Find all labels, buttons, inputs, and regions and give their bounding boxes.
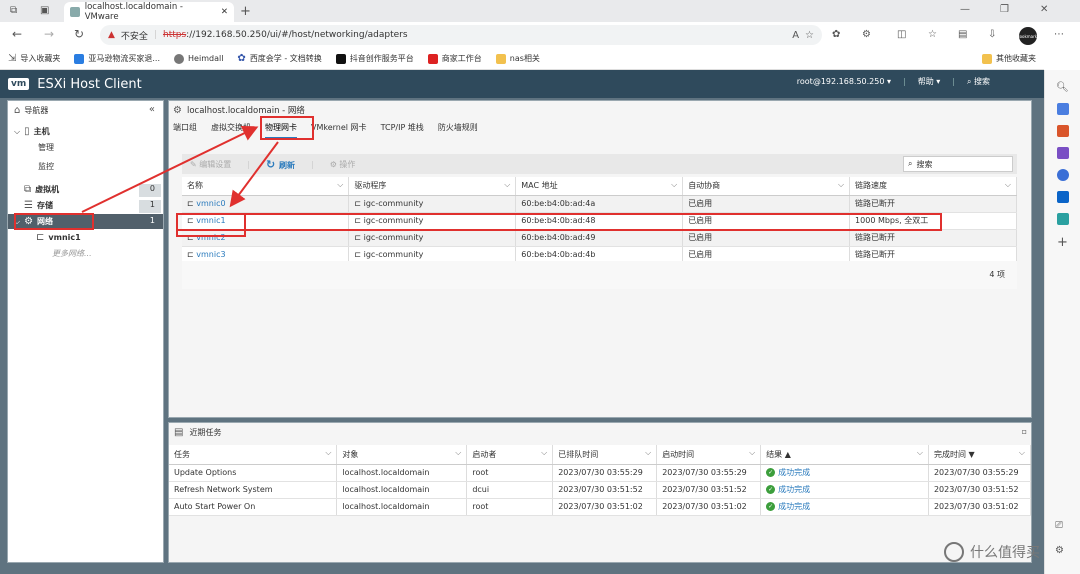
check-icon: ✓ [766,468,776,477]
table-row[interactable]: Refresh Network System localhost.localdom… [169,481,1032,499]
table-row[interactable]: Update Options localhost.localdomain root 2… [169,464,1032,482]
check-icon: ✓ [766,502,776,511]
watermark-logo-icon [944,542,964,562]
recent-tasks-panel: ▤ 近期任务 ▫ 任务 ⌵ 对象 ⌵ 启动者 ⌵ 已排队时间 ⌵ 启动时间 ⌵ 结果 ▲ ⌵ … [168,422,1032,563]
col-queued[interactable]: 已排队时间 ⌵ [552,445,658,465]
col-task[interactable]: 任务 ⌵ [169,445,338,465]
col-started[interactable]: 启动时间 ⌵ [656,445,762,465]
tasks-title: ▤ 近期任务 [174,427,222,438]
watermark: 什么值得买 [944,542,1040,562]
col-result[interactable]: 结果 ▲ ⌵ [760,445,929,465]
col-completed[interactable]: 完成时间 ▼ ⌵ [928,445,1032,465]
check-icon: ✓ [766,485,776,494]
arrow-to-row [229,141,279,208]
clipboard-icon: ▤ [174,427,184,438]
table-row[interactable]: Auto Start Power On localhost.localdomain… [169,498,1032,516]
arrow-to-tab [81,126,259,213]
col-initiator[interactable]: 启动者 ⌵ [466,445,554,465]
tasks-table: 任务 ⌵ 对象 ⌵ 启动者 ⌵ 已排队时间 ⌵ 启动时间 ⌵ 结果 ▲ ⌵ 完成时间 ▼ ⌵ … [169,445,1032,516]
col-object[interactable]: 对象 ⌵ [336,445,468,465]
minimize-panel-icon[interactable]: ▫ [1022,427,1027,436]
